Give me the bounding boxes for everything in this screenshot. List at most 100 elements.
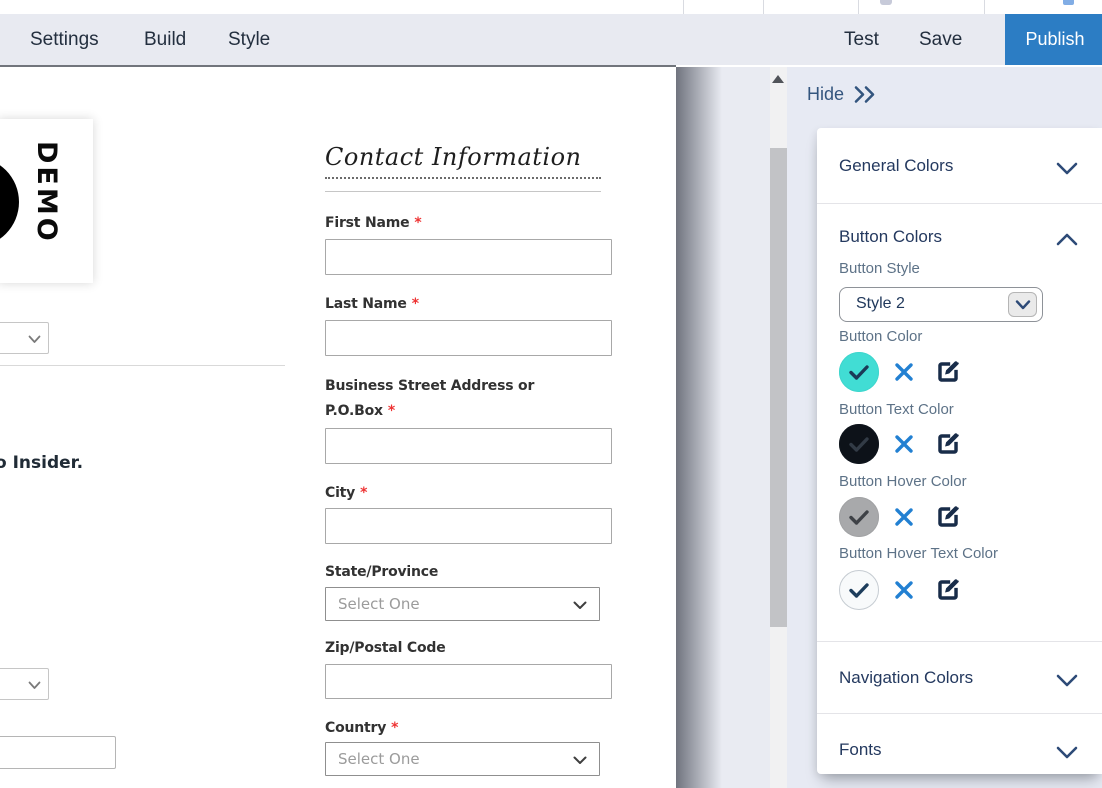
swatch-ring bbox=[839, 497, 879, 537]
zip-input[interactable] bbox=[325, 664, 612, 699]
clipped-toolbar-icon bbox=[880, 0, 892, 5]
button-style-label: Button Style bbox=[839, 260, 920, 277]
field-label-last-name: Last Name* bbox=[325, 296, 419, 312]
scroll-up-arrow[interactable] bbox=[772, 75, 784, 83]
clear-color-icon[interactable] bbox=[894, 362, 914, 382]
chevron-up-icon bbox=[1056, 233, 1078, 246]
color-swatch[interactable] bbox=[839, 352, 879, 392]
clipped-form-select[interactable] bbox=[0, 668, 49, 700]
section-navigation-colors[interactable]: Navigation Colors bbox=[817, 658, 1102, 702]
section-title: General Colors bbox=[839, 156, 953, 176]
country-select[interactable]: Select One bbox=[325, 742, 600, 776]
edit-color-icon[interactable] bbox=[935, 359, 961, 385]
color-swatch[interactable] bbox=[839, 424, 879, 464]
save-button[interactable]: Save bbox=[919, 14, 962, 65]
section-button-colors[interactable]: Button Colors bbox=[817, 217, 1102, 261]
swatch-ring bbox=[839, 570, 879, 610]
section-title: Fonts bbox=[839, 740, 882, 760]
field-label-country: Country* bbox=[325, 720, 398, 736]
tab-style[interactable]: Style bbox=[228, 14, 270, 65]
strip-divider bbox=[984, 0, 985, 14]
form-logo: DEMO bbox=[0, 119, 93, 283]
section-title: Navigation Colors bbox=[839, 668, 973, 688]
swatch-ring bbox=[839, 424, 879, 464]
field-label-state: State/Province bbox=[325, 564, 438, 580]
color-swatch[interactable] bbox=[839, 497, 879, 537]
logo-text: DEMO bbox=[31, 141, 62, 244]
section-fonts[interactable]: Fonts bbox=[817, 730, 1102, 774]
contact-section-title: Contact Information bbox=[325, 143, 581, 171]
double-chevron-right-icon bbox=[853, 85, 877, 104]
color-swatch[interactable] bbox=[839, 570, 879, 610]
button-style-select[interactable]: Style 2 bbox=[839, 287, 1043, 322]
section-divider bbox=[817, 203, 1102, 204]
chevron-down-icon bbox=[1015, 300, 1031, 310]
test-button[interactable]: Test bbox=[844, 14, 879, 65]
clear-color-icon[interactable] bbox=[894, 580, 914, 600]
address-input[interactable] bbox=[325, 428, 612, 464]
chevron-down-icon bbox=[1056, 162, 1078, 175]
chevron-down-icon bbox=[1056, 746, 1078, 759]
chevron-down-icon bbox=[575, 758, 586, 764]
field-label-address-line1: Business Street Address or bbox=[325, 378, 534, 394]
preview-edge-shadow bbox=[676, 67, 722, 788]
form-builder-app: Settings Build Style Test Save Publish D… bbox=[0, 0, 1102, 788]
section-title: Button Colors bbox=[839, 227, 942, 247]
required-asterisk: * bbox=[412, 296, 419, 312]
tab-settings[interactable]: Settings bbox=[30, 14, 99, 65]
tab-build[interactable]: Build bbox=[144, 14, 186, 65]
edit-color-icon[interactable] bbox=[935, 431, 961, 457]
required-asterisk: * bbox=[388, 403, 395, 419]
builder-navbar: Settings Build Style Test Save Publish bbox=[0, 14, 1102, 65]
field-label-city: City* bbox=[325, 485, 367, 501]
chevron-down-icon bbox=[1056, 674, 1078, 687]
select-placeholder: Select One bbox=[338, 595, 420, 613]
style-panel: Hide General Colors Button Colors Button… bbox=[787, 67, 1102, 788]
section-general-colors[interactable]: General Colors bbox=[817, 146, 1102, 190]
publish-button[interactable]: Publish bbox=[1005, 14, 1102, 65]
chevron-down-icon bbox=[30, 683, 40, 689]
field-label-address-line2: P.O.Box* bbox=[325, 403, 395, 419]
chevron-down-icon bbox=[30, 337, 40, 343]
first-name-input[interactable] bbox=[325, 239, 612, 275]
section-divider bbox=[817, 713, 1102, 714]
logo-circle-graphic bbox=[0, 157, 19, 247]
select-placeholder: Select One bbox=[338, 750, 420, 768]
hide-label: Hide bbox=[807, 84, 844, 105]
strip-divider bbox=[763, 0, 764, 14]
clipped-form-input[interactable] bbox=[0, 736, 116, 769]
swatch-row bbox=[839, 424, 1079, 464]
chevron-down-icon bbox=[575, 603, 586, 609]
strip-divider bbox=[683, 0, 684, 14]
hide-panel-button[interactable]: Hide bbox=[807, 84, 877, 105]
section-rule bbox=[325, 191, 601, 192]
required-asterisk: * bbox=[414, 215, 421, 231]
edit-color-icon[interactable] bbox=[935, 577, 961, 603]
swatch-ring bbox=[839, 352, 879, 392]
required-asterisk: * bbox=[360, 485, 367, 501]
clear-color-icon[interactable] bbox=[894, 507, 914, 527]
browser-strip bbox=[0, 0, 1102, 14]
city-input[interactable] bbox=[325, 508, 612, 544]
state-select[interactable]: Select One bbox=[325, 587, 600, 621]
preview-scrollbar[interactable] bbox=[770, 67, 787, 788]
swatch-row bbox=[839, 497, 1079, 537]
swatch-label: Button Text Color bbox=[839, 401, 954, 418]
form-preview: DEMO o Insider. Contact Information Firs… bbox=[0, 67, 676, 788]
edit-color-icon[interactable] bbox=[935, 504, 961, 530]
style-sections-card: General Colors Button Colors Button Styl… bbox=[817, 128, 1102, 774]
swatch-row bbox=[839, 570, 1079, 610]
select-chevron-button[interactable] bbox=[1008, 292, 1037, 317]
clipped-form-text: o Insider. bbox=[0, 453, 83, 473]
title-dotted-rule bbox=[325, 177, 601, 179]
field-label-zip: Zip/Postal Code bbox=[325, 640, 446, 656]
form-divider bbox=[0, 365, 285, 366]
swatch-label: Button Hover Text Color bbox=[839, 545, 998, 562]
clipped-form-select[interactable] bbox=[0, 322, 49, 354]
strip-divider bbox=[858, 0, 859, 14]
clear-color-icon[interactable] bbox=[894, 434, 914, 454]
field-label-first-name: First Name* bbox=[325, 215, 422, 231]
last-name-input[interactable] bbox=[325, 320, 612, 356]
scrollbar-thumb[interactable] bbox=[770, 148, 787, 627]
swatch-label: Button Color bbox=[839, 328, 922, 345]
